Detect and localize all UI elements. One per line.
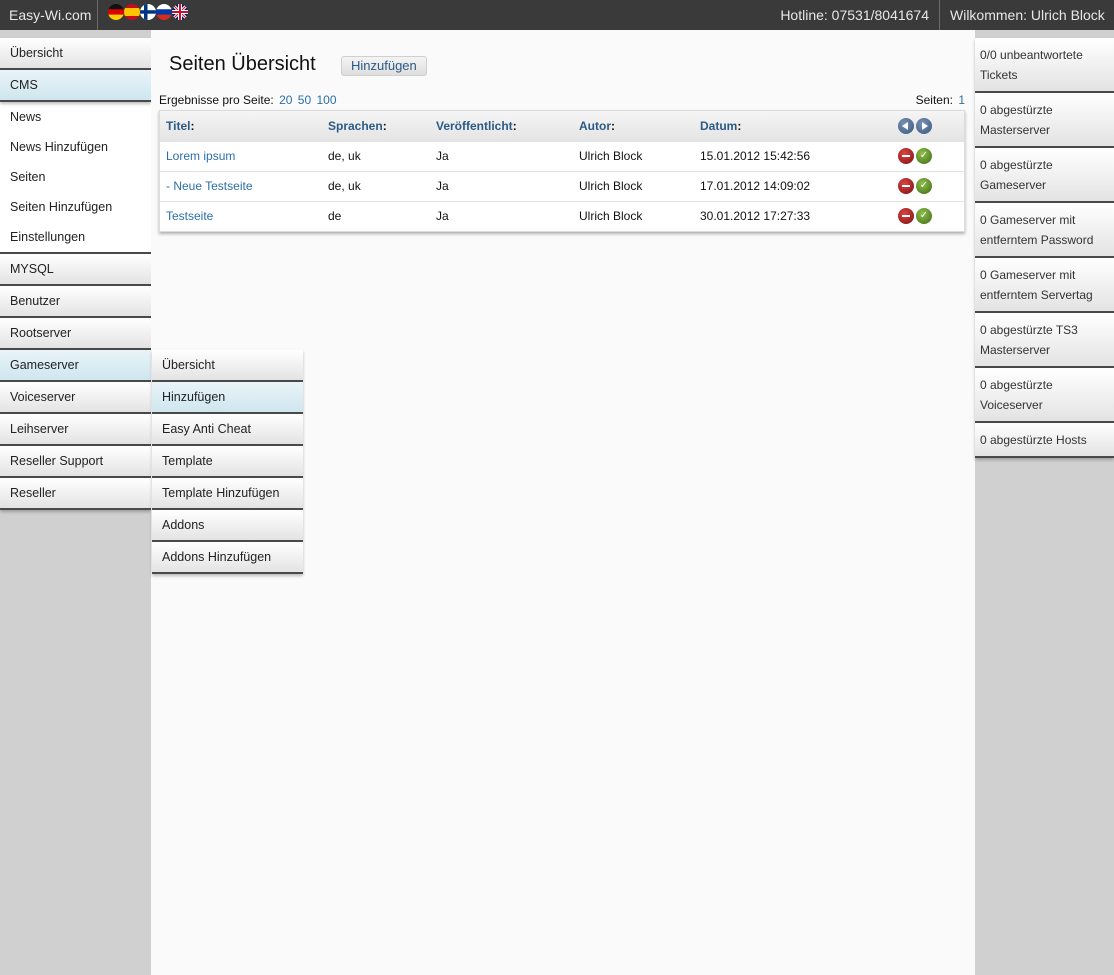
right-status-panel: 0/0 unbeantwortete Tickets 0 abgestürzte… <box>975 38 1114 458</box>
flag-fi-icon[interactable] <box>140 4 156 20</box>
edit-icon[interactable]: ✓ <box>916 178 932 194</box>
flag-es-icon[interactable] <box>124 4 140 20</box>
delete-icon[interactable] <box>898 148 914 164</box>
col-date-header[interactable]: Datum: <box>694 111 892 141</box>
table-row: Testseite de Ja Ulrich Block 30.01.2012 … <box>160 200 964 231</box>
flyout-item-template[interactable]: Template <box>152 446 303 478</box>
flyout-item-addons-add[interactable]: Addons Hinzufügen <box>152 542 303 574</box>
flyout-item-overview[interactable]: Übersicht <box>152 350 303 382</box>
nav-item-mysql[interactable]: MYSQL <box>0 254 151 286</box>
col-actions-header <box>892 111 964 141</box>
cell-title[interactable]: - Neue Testseite <box>160 170 322 201</box>
welcome-user[interactable]: Wilkommen: Ulrich Block <box>939 0 1114 30</box>
flag-uk-icon[interactable] <box>172 4 188 20</box>
edit-icon[interactable]: ✓ <box>916 208 932 225</box>
col-author-header[interactable]: Autor: <box>573 111 694 141</box>
nav-sub-news-add[interactable]: News Hinzufügen <box>0 132 151 162</box>
status-item-ts3[interactable]: 0 abgestürzte TS3 Masterserver <box>975 313 1114 368</box>
flag-de-icon[interactable] <box>108 4 124 20</box>
status-item-masterserver[interactable]: 0 abgestürzte Masterserver <box>975 93 1114 148</box>
cms-submenu: News News Hinzufügen Seiten Seiten Hinzu… <box>0 102 151 254</box>
nav-item-voiceserver[interactable]: Voiceserver <box>0 382 151 414</box>
flyout-item-add[interactable]: Hinzufügen <box>152 382 303 414</box>
perpage-50-link[interactable]: 50 <box>298 93 311 107</box>
nav-sub-pages-add[interactable]: Seiten Hinzufügen <box>0 192 151 222</box>
cell-published: Ja <box>430 140 573 171</box>
brand-link[interactable]: Easy-Wi.com <box>0 0 98 30</box>
nav-item-reseller[interactable]: Reseller <box>0 478 151 510</box>
edit-icon[interactable]: ✓ <box>916 148 932 164</box>
language-flags <box>108 4 188 20</box>
flag-ru-icon[interactable] <box>156 4 172 20</box>
col-title-header[interactable]: Titel: <box>160 111 322 141</box>
nav-item-rootserver[interactable]: Rootserver <box>0 318 151 350</box>
hotline-text: Hotline: 07531/8041674 <box>780 7 929 23</box>
prev-page-icon[interactable] <box>898 117 914 134</box>
table-header-row: Titel: Sprachen: Veröffentlicht: Autor: … <box>160 111 964 141</box>
cell-published: Ja <box>430 170 573 201</box>
flyout-item-easy-anti-cheat[interactable]: Easy Anti Cheat <box>152 414 303 446</box>
flyout-item-addons[interactable]: Addons <box>152 510 303 542</box>
nav-item-users[interactable]: Benutzer <box>0 286 151 318</box>
status-item-servertag[interactable]: 0 Gameserver mit entferntem Servertag <box>975 258 1114 313</box>
col-published-header[interactable]: Veröffentlicht: <box>430 111 573 141</box>
cell-languages: de <box>322 200 430 231</box>
pages-table: Titel: Sprachen: Veröffentlicht: Autor: … <box>159 110 965 232</box>
results-per-page: Ergebnisse pro Seite: 20 50 100 <box>159 93 337 107</box>
page-1-link[interactable]: 1 <box>958 93 965 107</box>
table-row: Lorem ipsum de, uk Ja Ulrich Block 15.01… <box>160 140 964 171</box>
nav-item-gameserver[interactable]: Gameserver <box>0 350 151 382</box>
next-page-icon[interactable] <box>916 117 932 134</box>
status-item-gameserver[interactable]: 0 abgestürzte Gameserver <box>975 148 1114 203</box>
cell-author: Ulrich Block <box>573 140 694 171</box>
table-row: - Neue Testseite de, uk Ja Ulrich Block … <box>160 170 964 201</box>
nav-sub-pages[interactable]: Seiten <box>0 162 151 192</box>
cell-title[interactable]: Lorem ipsum <box>160 140 322 171</box>
cell-title[interactable]: Testseite <box>160 200 322 231</box>
cell-languages: de, uk <box>322 140 430 171</box>
col-languages-header[interactable]: Sprachen: <box>322 111 430 141</box>
nav-item-cms[interactable]: CMS <box>0 70 151 102</box>
nav-sub-news[interactable]: News <box>0 102 151 132</box>
nav-sub-settings[interactable]: Einstellungen <box>0 222 151 252</box>
cell-date: 17.01.2012 14:09:02 <box>694 170 892 201</box>
status-item-voiceserver[interactable]: 0 abgestürzte Voiceserver <box>975 368 1114 423</box>
cell-actions: ✓ <box>892 200 964 231</box>
flyout-item-template-add[interactable]: Template Hinzufügen <box>152 478 303 510</box>
left-navigation: Übersicht CMS News News Hinzufügen Seite… <box>0 38 151 510</box>
nav-item-overview[interactable]: Übersicht <box>0 38 151 70</box>
cell-author: Ulrich Block <box>573 200 694 231</box>
pagination: Seiten: 1 <box>916 93 965 107</box>
status-item-password[interactable]: 0 Gameserver mit entferntem Password <box>975 203 1114 258</box>
cell-actions: ✓ <box>892 140 964 171</box>
cell-date: 30.01.2012 17:27:33 <box>694 200 892 231</box>
gameserver-flyout-menu: Übersicht Hinzufügen Easy Anti Cheat Tem… <box>152 350 303 574</box>
delete-icon[interactable] <box>898 208 914 225</box>
nav-item-leihserver[interactable]: Leihserver <box>0 414 151 446</box>
perpage-20-link[interactable]: 20 <box>279 93 292 107</box>
perpage-100-link[interactable]: 100 <box>316 93 336 107</box>
delete-icon[interactable] <box>898 178 914 194</box>
status-item-hosts[interactable]: 0 abgestürzte Hosts <box>975 423 1114 458</box>
cell-actions: ✓ <box>892 170 964 201</box>
cell-published: Ja <box>430 200 573 231</box>
page-title: Seiten Übersicht <box>169 53 316 75</box>
status-item-tickets[interactable]: 0/0 unbeantwortete Tickets <box>975 38 1114 93</box>
pages-label: Seiten: <box>915 93 953 107</box>
add-page-button[interactable]: Hinzufügen <box>341 56 427 76</box>
perpage-label: Ergebnisse pro Seite: <box>159 93 274 107</box>
nav-item-reseller-support[interactable]: Reseller Support <box>0 446 151 478</box>
top-bar: Easy-Wi.com Hotline: 07531/8041674 Wilko… <box>0 0 1114 30</box>
cell-date: 15.01.2012 15:42:56 <box>694 140 892 171</box>
cell-languages: de, uk <box>322 170 430 201</box>
cell-author: Ulrich Block <box>573 170 694 201</box>
